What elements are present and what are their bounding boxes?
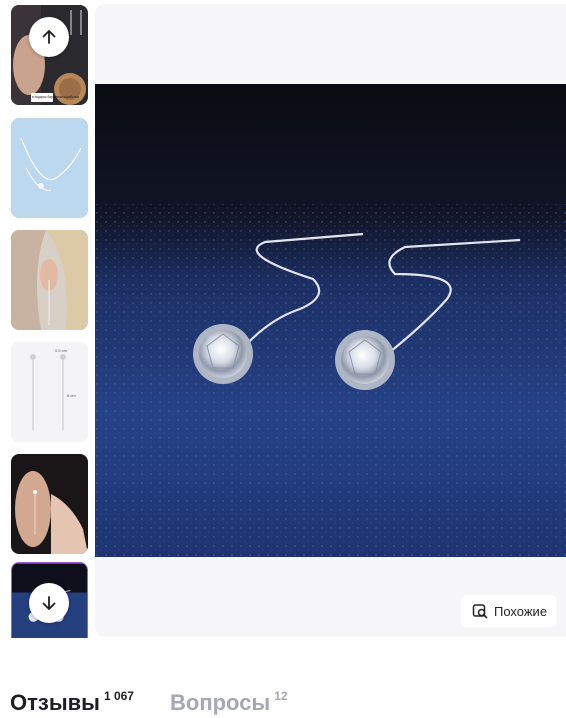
main-product-photo[interactable] bbox=[95, 84, 566, 557]
image-search-icon bbox=[472, 604, 488, 619]
main-image-card: Похожие bbox=[95, 4, 566, 637]
tab-reviews-label: Отзывы bbox=[10, 690, 100, 715]
tab-questions[interactable]: Вопросы 12 bbox=[170, 688, 288, 718]
scroll-up-button[interactable] bbox=[29, 17, 69, 57]
thumbnail-2-image bbox=[11, 118, 88, 218]
thumbnail-3-image bbox=[11, 230, 88, 330]
earrings-photo bbox=[95, 84, 566, 557]
thumbnail-4[interactable]: 0.5 cm 8 cm bbox=[11, 342, 88, 442]
tab-reviews[interactable]: Отзывы 1 067 bbox=[10, 688, 134, 718]
reviews-questions-tabs: Отзывы 1 067 Вопросы 12 bbox=[10, 688, 566, 718]
similar-button-label: Похожие bbox=[494, 603, 548, 619]
tab-questions-label: Вопросы bbox=[170, 690, 271, 715]
arrow-up-icon bbox=[42, 30, 56, 44]
tab-questions-count: 12 bbox=[274, 689, 288, 703]
tab-reviews-count: 1 067 bbox=[103, 689, 134, 703]
thumbnail-4-size-top: 0.5 cm bbox=[55, 348, 68, 353]
thumbnail-4-size-length: 8 cm bbox=[67, 393, 76, 398]
thumbnail-2[interactable] bbox=[11, 118, 88, 218]
scroll-down-button[interactable] bbox=[29, 583, 69, 623]
thumbnail-5[interactable] bbox=[11, 454, 88, 554]
thumbnail-gallery: в подарок бархатная коробочка 0.5 cm 8 c… bbox=[11, 5, 89, 638]
arrow-down-icon bbox=[42, 596, 56, 610]
thumbnail-4-image: 0.5 cm 8 cm bbox=[11, 342, 88, 442]
thumbnail-1-caption: в подарок бархатная коробочка bbox=[32, 95, 79, 99]
thumbnail-5-image bbox=[11, 454, 88, 554]
thumbnail-3[interactable] bbox=[11, 230, 88, 330]
similar-button[interactable]: Похожие bbox=[461, 595, 557, 627]
